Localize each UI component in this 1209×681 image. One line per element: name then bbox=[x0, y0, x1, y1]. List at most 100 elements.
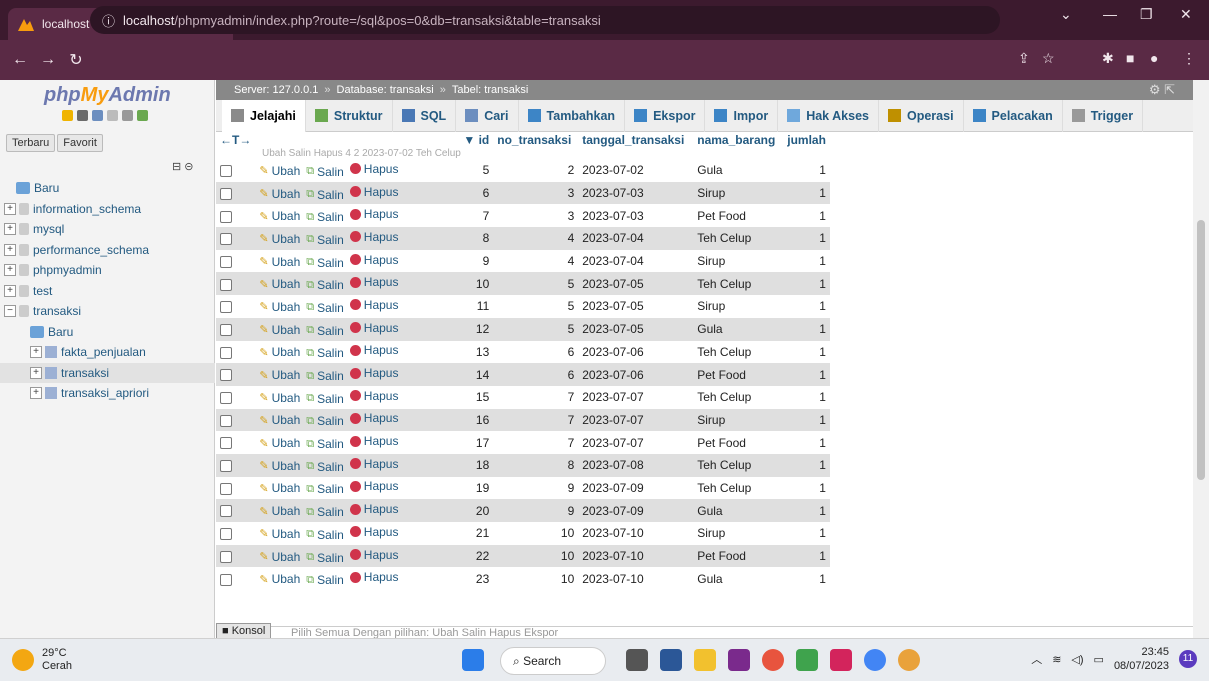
table-row[interactable]: ✎ Ubah ⧉ Salin Hapus 19 9 2023-07-09 Teh Celup 1 bbox=[216, 476, 830, 500]
tab-recent[interactable]: Terbaru bbox=[6, 134, 56, 152]
cell-tanggal-transaksi[interactable]: 2023-07-02 bbox=[578, 159, 693, 182]
copy-link[interactable]: ⧉ Salin bbox=[306, 414, 344, 428]
cell-id[interactable]: 23 bbox=[459, 567, 493, 590]
reload-nav-icon[interactable] bbox=[137, 110, 148, 121]
taskbar-search-input[interactable]: ⌕ Search bbox=[500, 647, 606, 675]
cell-nama-barang[interactable]: Sirup bbox=[693, 250, 783, 273]
cell-tanggal-transaksi[interactable]: 2023-07-06 bbox=[578, 363, 693, 386]
cell-tanggal-transaksi[interactable]: 2023-07-03 bbox=[578, 204, 693, 227]
row-checkbox[interactable] bbox=[220, 437, 232, 450]
copy-link[interactable]: ⧉ Salin bbox=[306, 482, 344, 496]
app-icon[interactable] bbox=[830, 649, 852, 671]
delete-link[interactable]: Hapus bbox=[349, 185, 398, 199]
profile-avatar-icon[interactable]: ● bbox=[1150, 50, 1158, 66]
header-nama-barang[interactable]: nama_barang bbox=[693, 132, 784, 148]
back-icon[interactable]: ← bbox=[6, 51, 34, 69]
tab-search-icon[interactable]: ⌄ bbox=[1060, 6, 1072, 23]
edit-link[interactable]: ✎ Ubah bbox=[259, 164, 300, 178]
tab-pelacakan[interactable]: Pelacakan bbox=[964, 99, 1063, 132]
header-id[interactable]: ▼ id bbox=[459, 132, 494, 148]
edit-link[interactable]: ✎ Ubah bbox=[259, 300, 300, 314]
row-checkbox[interactable] bbox=[220, 165, 232, 178]
chrome-profile-icon[interactable] bbox=[898, 649, 920, 671]
expand-toggle-icon[interactable]: + bbox=[4, 202, 16, 215]
collapse-toggle-icon[interactable]: − bbox=[4, 305, 16, 318]
edit-link[interactable]: ✎ Ubah bbox=[259, 255, 300, 269]
minimize-icon[interactable]: — bbox=[1103, 6, 1117, 22]
cell-jumlah[interactable]: 1 bbox=[783, 295, 830, 318]
tree-item[interactable]: + transaksi bbox=[0, 362, 215, 383]
word-app-icon[interactable] bbox=[660, 649, 682, 671]
edit-link[interactable]: ✎ Ubah bbox=[259, 527, 300, 541]
edit-link[interactable]: ✎ Ubah bbox=[259, 277, 300, 291]
cell-no-transaksi[interactable]: 7 bbox=[493, 431, 578, 454]
row-checkbox[interactable] bbox=[220, 255, 232, 268]
cell-id[interactable]: 8 bbox=[459, 227, 493, 250]
cell-jumlah[interactable]: 1 bbox=[783, 386, 830, 409]
cell-id[interactable]: 9 bbox=[459, 250, 493, 273]
cell-no-transaksi[interactable]: 8 bbox=[493, 454, 578, 477]
cell-jumlah[interactable]: 1 bbox=[783, 522, 830, 545]
clock[interactable]: 23:45 08/07/2023 bbox=[1114, 645, 1169, 673]
cell-jumlah[interactable]: 1 bbox=[783, 477, 830, 500]
row-checkbox[interactable] bbox=[220, 528, 232, 541]
delete-link[interactable]: Hapus bbox=[349, 570, 398, 584]
copy-link[interactable]: ⧉ Salin bbox=[306, 505, 344, 519]
copy-link[interactable]: ⧉ Salin bbox=[306, 256, 344, 270]
cell-no-transaksi[interactable]: 10 bbox=[493, 522, 578, 545]
edit-link[interactable]: ✎ Ubah bbox=[259, 481, 300, 495]
expand-toggle-icon[interactable]: + bbox=[4, 264, 16, 277]
row-checkbox[interactable] bbox=[220, 187, 232, 200]
expand-toggle-icon[interactable]: + bbox=[4, 223, 16, 236]
cell-tanggal-transaksi[interactable]: 2023-07-10 bbox=[578, 567, 693, 590]
file-explorer-icon[interactable] bbox=[694, 649, 716, 671]
cell-id[interactable]: 19 bbox=[459, 477, 493, 500]
row-checkbox[interactable] bbox=[220, 573, 232, 586]
delete-link[interactable]: Hapus bbox=[349, 253, 398, 267]
edit-link[interactable]: ✎ Ubah bbox=[259, 572, 300, 586]
cell-jumlah[interactable]: 1 bbox=[783, 318, 830, 341]
cell-no-transaksi[interactable]: 5 bbox=[493, 272, 578, 295]
home-icon[interactable] bbox=[62, 110, 73, 121]
battery-icon[interactable]: ▭ bbox=[1094, 653, 1104, 666]
copy-link[interactable]: ⧉ Salin bbox=[306, 188, 344, 202]
cell-tanggal-transaksi[interactable]: 2023-07-08 bbox=[578, 454, 693, 477]
delete-link[interactable]: Hapus bbox=[349, 389, 398, 403]
row-checkbox[interactable] bbox=[220, 392, 232, 405]
delete-link[interactable]: Hapus bbox=[349, 457, 398, 471]
tab-ekspor[interactable]: Ekspor bbox=[625, 99, 706, 132]
tree-item[interactable]: + performance_schema bbox=[0, 240, 215, 261]
browser-menu-icon[interactable]: ⋮ bbox=[1182, 50, 1196, 67]
delete-link[interactable]: Hapus bbox=[349, 366, 398, 380]
tab-hak-akses[interactable]: Hak Akses bbox=[778, 99, 879, 132]
cell-no-transaksi[interactable]: 7 bbox=[493, 386, 578, 409]
breadcrumb-database[interactable]: Database: transaksi bbox=[337, 84, 434, 96]
edit-link[interactable]: ✎ Ubah bbox=[259, 209, 300, 223]
header-no-transaksi[interactable]: no_transaksi bbox=[493, 132, 579, 148]
cell-id[interactable]: 21 bbox=[459, 522, 493, 545]
vertical-scrollbar[interactable] bbox=[1193, 80, 1209, 638]
cell-nama-barang[interactable]: Gula bbox=[693, 159, 783, 182]
expand-toggle-icon[interactable]: + bbox=[30, 387, 42, 400]
app-icon[interactable] bbox=[728, 649, 750, 671]
table-row[interactable]: ✎ Ubah ⧉ Salin Hapus 9 4 2023-07-04 Sirup 1 bbox=[216, 249, 830, 273]
copy-link[interactable]: ⧉ Salin bbox=[306, 324, 344, 338]
weather-widget[interactable]: 29°C Cerah bbox=[12, 647, 72, 673]
copy-link[interactable]: ⧉ Salin bbox=[306, 301, 344, 315]
tree-item[interactable]: − transaksi bbox=[0, 301, 215, 322]
cell-nama-barang[interactable]: Teh Celup bbox=[693, 227, 783, 250]
console-toggle-button[interactable]: ■ Konsol bbox=[216, 623, 272, 639]
table-row[interactable]: ✎ Ubah ⧉ Salin Hapus 21 10 2023-07-10 Sirup 1 bbox=[216, 522, 830, 545]
delete-link[interactable]: Hapus bbox=[349, 343, 398, 357]
docs-icon[interactable] bbox=[107, 110, 118, 121]
cell-tanggal-transaksi[interactable]: 2023-07-09 bbox=[578, 477, 693, 500]
table-row[interactable]: ✎ Ubah ⧉ Salin Hapus 11 5 2023-07-05 Sirup 1 bbox=[216, 295, 830, 318]
delete-link[interactable]: Hapus bbox=[349, 298, 398, 312]
edit-link[interactable]: ✎ Ubah bbox=[259, 436, 300, 450]
cell-no-transaksi[interactable]: 2 bbox=[493, 159, 578, 182]
reload-icon[interactable]: ↻ bbox=[62, 50, 90, 70]
expand-toggle-icon[interactable]: + bbox=[4, 284, 16, 297]
cell-nama-barang[interactable]: Gula bbox=[693, 499, 783, 522]
cell-jumlah[interactable]: 1 bbox=[783, 272, 830, 295]
cell-no-transaksi[interactable]: 6 bbox=[493, 363, 578, 386]
